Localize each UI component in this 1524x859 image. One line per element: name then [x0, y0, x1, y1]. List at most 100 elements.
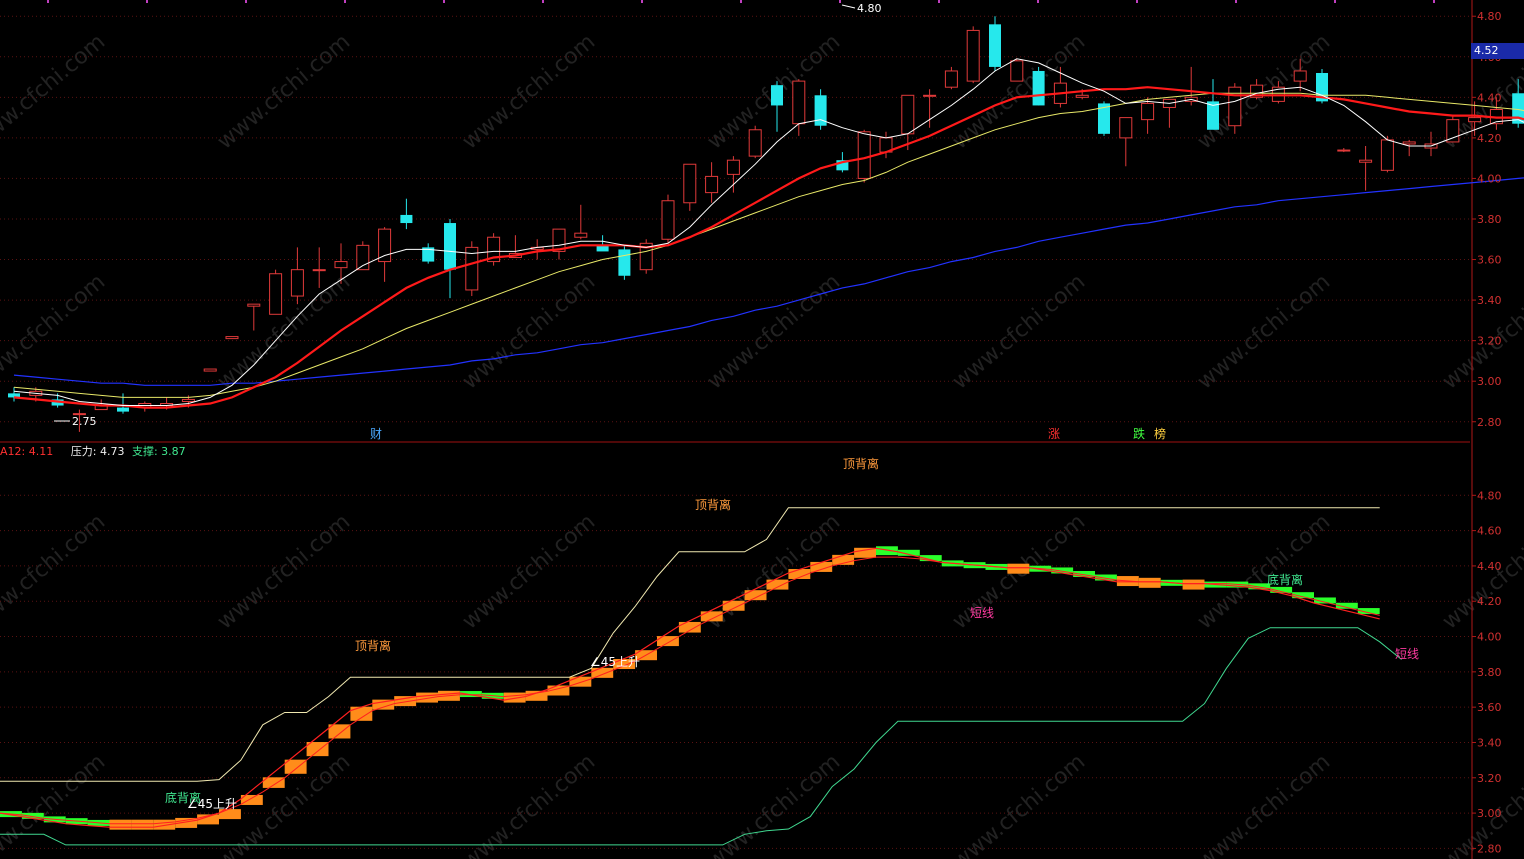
candle-body	[400, 214, 413, 224]
watermark-text: www.cfchi.com	[948, 749, 1090, 859]
event-marker: 财	[370, 427, 382, 441]
axis-tick-label: 4.40	[1477, 91, 1502, 104]
candle	[726, 156, 740, 193]
pressure-value: 4.73	[99, 445, 125, 458]
candle	[1010, 58, 1024, 82]
price-high-arrow	[841, 4, 856, 9]
pressure-line	[0, 507, 1380, 782]
candle-body	[444, 223, 456, 270]
candle-body	[312, 269, 326, 272]
axis-tick-label: 3.80	[1477, 666, 1502, 679]
trend-band-block	[350, 706, 373, 721]
axis-tick-label: 2.80	[1477, 416, 1502, 429]
annotation-label: 底背离	[1267, 572, 1303, 587]
axis-tick-label: 4.00	[1477, 172, 1502, 185]
candle	[1359, 145, 1373, 191]
candle-body	[1032, 70, 1045, 106]
candle-body	[203, 368, 217, 372]
watermark-text: www.cfchi.com	[0, 749, 110, 859]
candle	[530, 239, 544, 260]
watermark-text: www.cfchi.com	[458, 269, 600, 394]
watermark-text: www.cfchi.com	[703, 749, 845, 859]
candle-body	[225, 336, 239, 340]
price-axis: 4.80 4.60 4.40 4.20 4.00 3.80 3.60 3.40 3.20 3.00…	[1472, 10, 1502, 855]
trend-band-block	[131, 819, 154, 830]
candle	[8, 387, 20, 402]
axis-tick-label: 4.20	[1477, 595, 1502, 608]
axis-tick-label: 3.00	[1477, 375, 1502, 388]
candle-body	[792, 80, 806, 125]
candle	[203, 368, 217, 372]
candle-body	[574, 232, 588, 238]
candle-body	[944, 70, 958, 88]
annotation-label: 顶背离	[695, 497, 731, 512]
axis-tick-label: 3.60	[1477, 701, 1502, 714]
candle-body	[1446, 119, 1460, 143]
candle	[444, 218, 456, 299]
price-low-label: 2.75	[72, 415, 97, 428]
axis-tick-label: 3.20	[1477, 772, 1502, 785]
axis-tick-label: 4.80	[1477, 489, 1502, 502]
support-label: 支撑:	[131, 445, 158, 458]
watermark-text: www.cfchi.com	[1193, 269, 1335, 394]
annotation-label: 短线	[1395, 647, 1419, 661]
axis-tick-label: 4.80	[1477, 10, 1502, 23]
event-marker: 榜	[1154, 426, 1166, 441]
indicator-pane[interactable]	[0, 507, 1402, 846]
candle	[487, 233, 501, 266]
price-high-label: 4.80	[857, 2, 882, 15]
candle-body	[1359, 159, 1373, 163]
trend-band-block	[1138, 577, 1161, 588]
event-marker: 跌	[1133, 426, 1145, 441]
watermark-text: www.cfchi.com	[458, 509, 600, 634]
candle-body	[1402, 141, 1416, 145]
annotation-label: 顶背离	[843, 456, 879, 471]
candle	[1337, 148, 1351, 153]
candle	[1141, 97, 1155, 134]
candle-body	[771, 85, 783, 106]
candle	[661, 194, 675, 244]
annotation-label: ∠45上升	[590, 655, 640, 669]
pressure-label: 压力:	[70, 445, 97, 458]
candle-body	[748, 129, 762, 157]
current-price-value: 4.52	[1474, 44, 1499, 57]
event-marker: 涨	[1048, 426, 1060, 441]
support-line	[0, 627, 1402, 846]
trend-band-block	[678, 621, 701, 633]
annotation-label: ∠45上升	[187, 797, 237, 811]
watermark-text: www.cfchi.com	[213, 509, 355, 634]
candle-body	[247, 303, 261, 307]
candle-body	[726, 159, 740, 175]
candle	[1402, 139, 1416, 157]
candle	[618, 245, 631, 280]
watermark-text: www.cfchi.com	[0, 509, 110, 634]
axis-tick-label: 2.80	[1477, 842, 1502, 855]
candle	[574, 204, 588, 240]
annotation-label: 短线	[970, 606, 994, 620]
annotation-label: 顶背离	[355, 638, 391, 653]
candle-body	[1075, 94, 1089, 98]
axis-tick-label: 3.80	[1477, 213, 1502, 226]
watermark-text: www.cfchi.com	[1193, 749, 1335, 859]
trend-band-block	[766, 579, 789, 590]
candle	[400, 198, 413, 230]
watermark-text: www.cfchi.com	[458, 29, 600, 154]
trend-band-block	[700, 611, 723, 622]
support-value: 3.87	[161, 445, 186, 458]
candle	[465, 241, 479, 297]
candle	[247, 303, 261, 331]
candle	[596, 235, 609, 252]
candle-body	[923, 94, 937, 97]
candle	[290, 247, 304, 305]
candle-body	[966, 29, 980, 82]
candle	[705, 162, 719, 203]
candle-body	[1141, 102, 1155, 121]
candle-body	[181, 398, 195, 402]
current-price-tag: 4.52	[1471, 43, 1524, 59]
candle-body	[1468, 117, 1482, 123]
candle-body	[857, 131, 871, 179]
trend-band-block	[109, 819, 132, 830]
candle	[422, 243, 435, 264]
ma-label: A12:	[0, 445, 26, 458]
candle	[269, 269, 283, 315]
